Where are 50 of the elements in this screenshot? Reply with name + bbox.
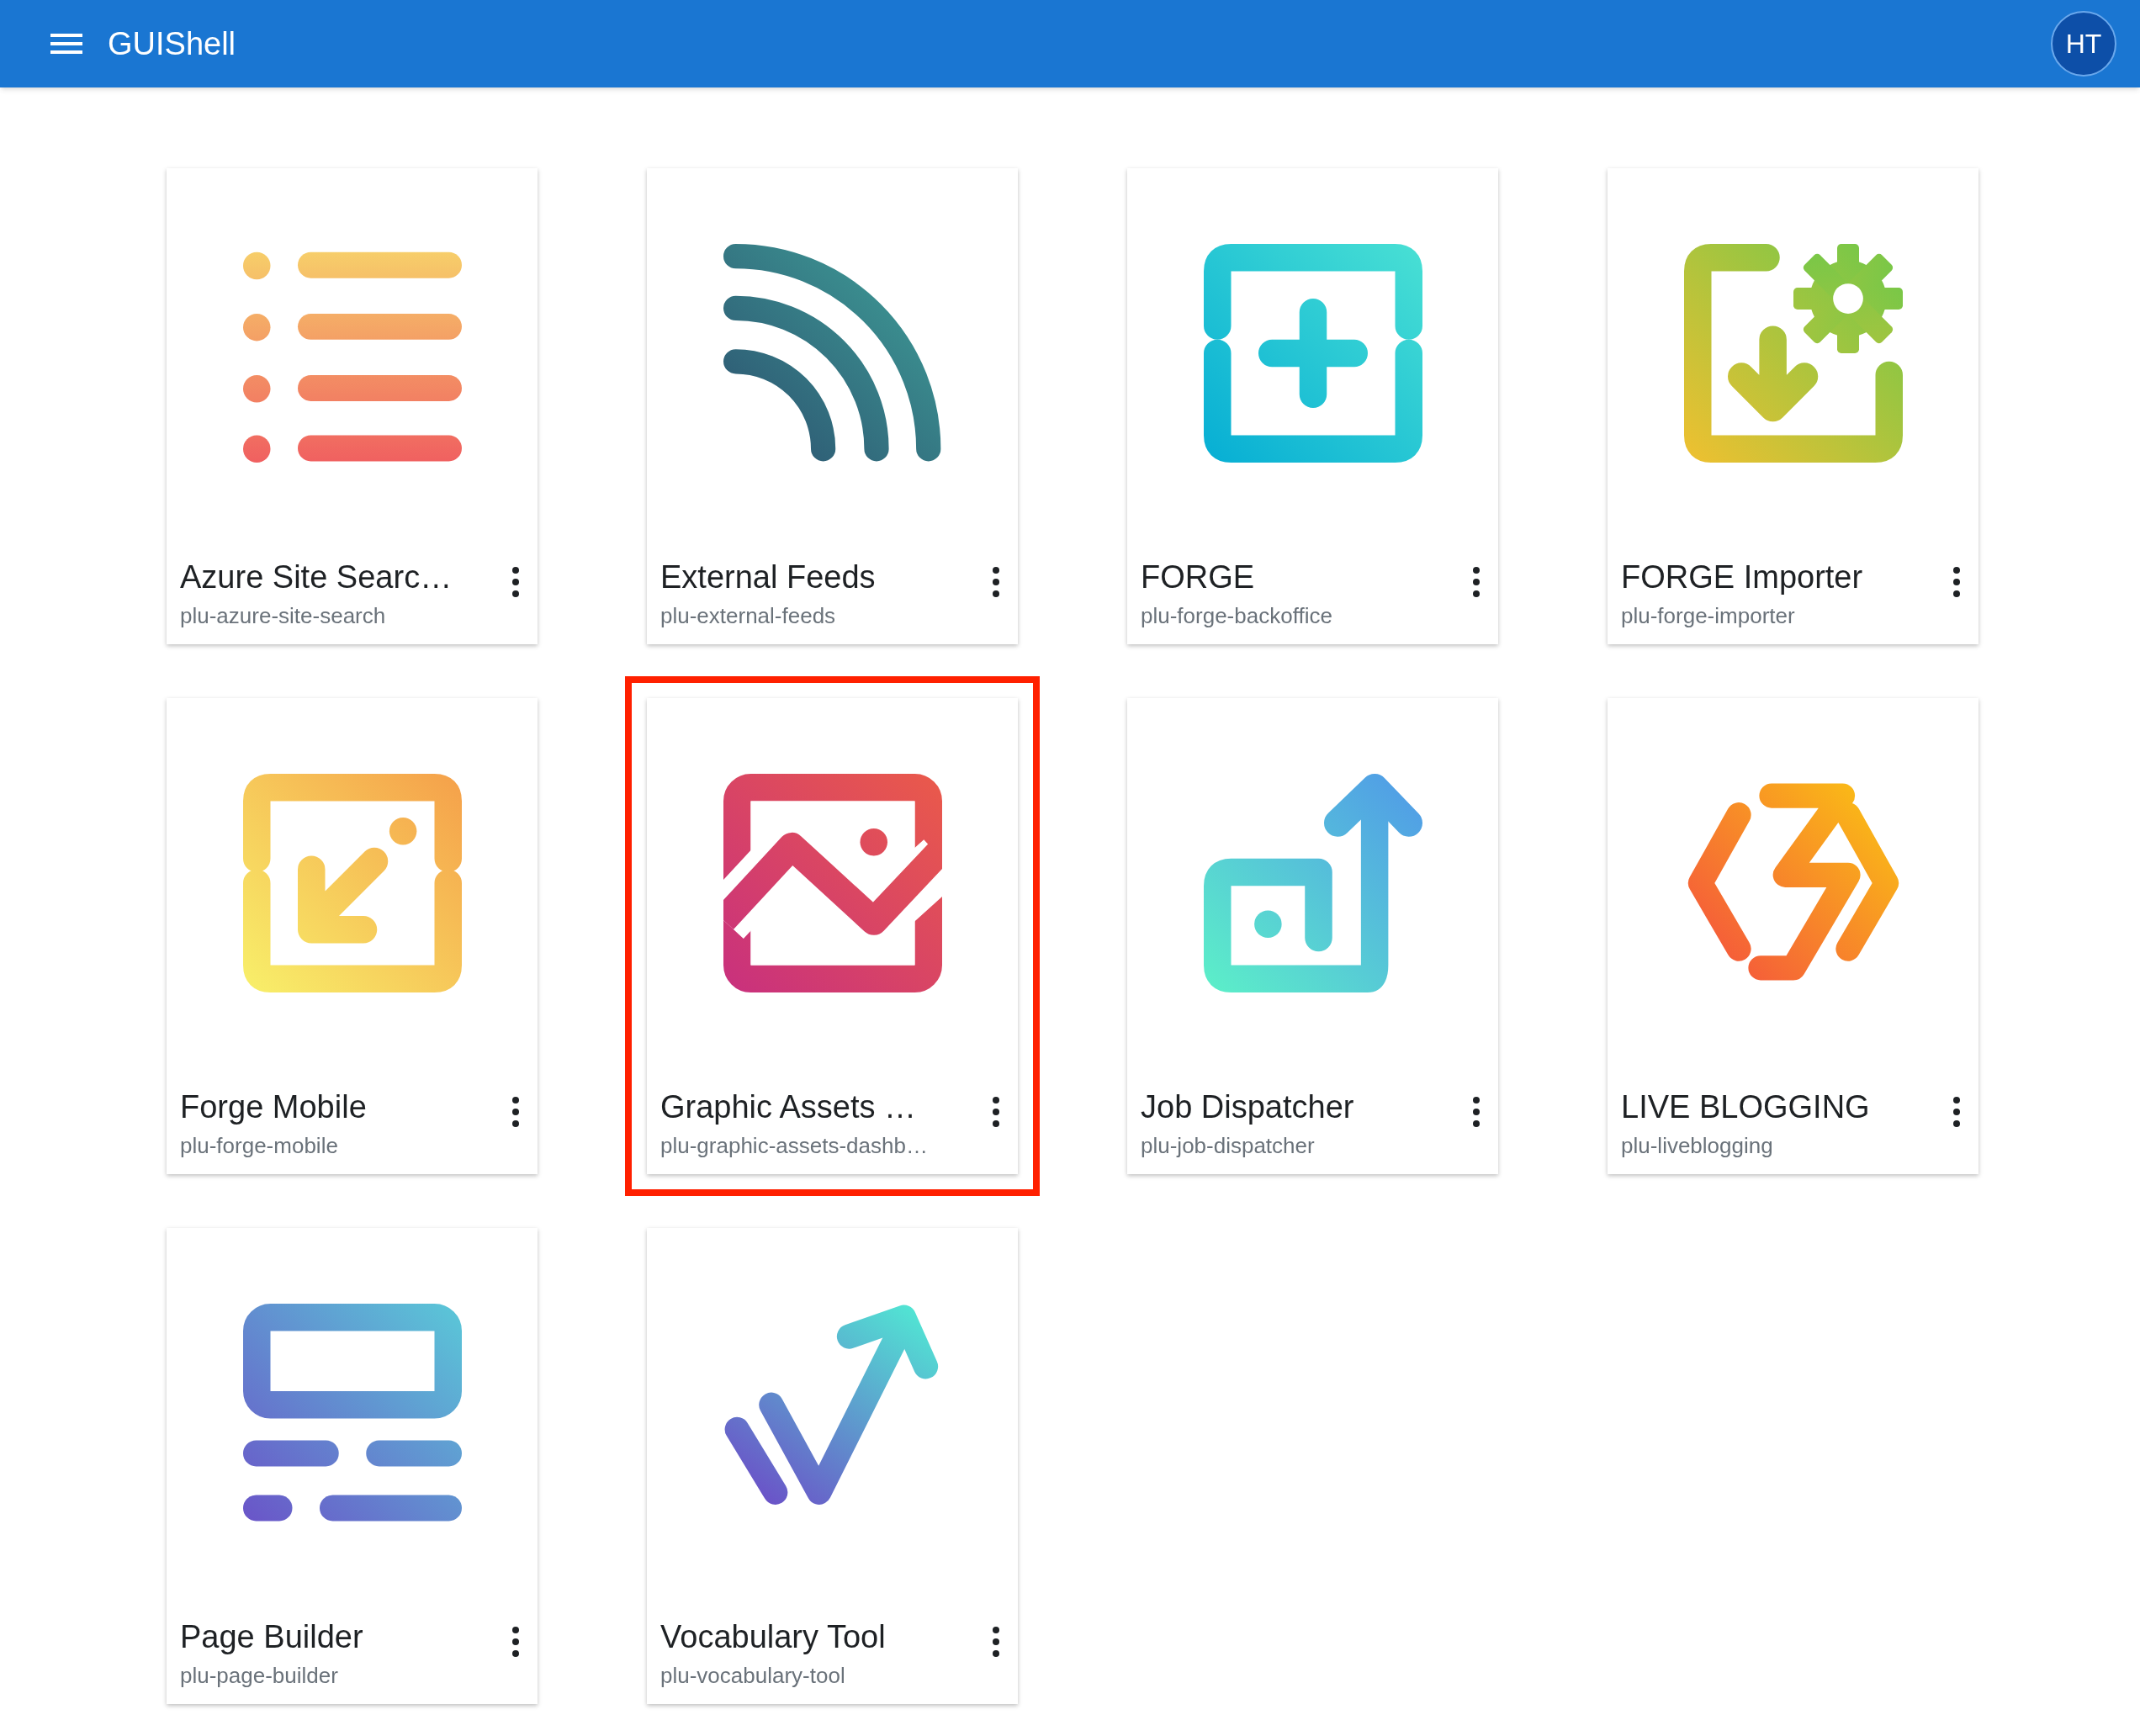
app-id: plu-job-dispatcher xyxy=(1141,1132,1316,1160)
app-card[interactable]: Graphic Assets … plu-graphic-assets-dashb… xyxy=(647,698,1018,1174)
arrow-up-icon xyxy=(1203,774,1422,992)
app-title: External Feeds xyxy=(660,558,877,596)
app-id: plu-liveblogging xyxy=(1621,1132,1774,1160)
app-card[interactable]: Vocabulary Tool plu-vocabulary-tool xyxy=(647,1228,1018,1704)
layout-icon xyxy=(242,1304,462,1522)
app-card[interactable]: Azure Site Searc… plu-azure-site-search xyxy=(167,168,538,644)
image-icon xyxy=(723,774,942,992)
more-options-icon[interactable] xyxy=(511,1097,521,1127)
app-id: plu-forge-backoffice xyxy=(1141,602,1333,630)
app-id: plu-vocabulary-tool xyxy=(660,1662,846,1690)
app-title: FORGE Importer xyxy=(1621,558,1864,596)
import-gear-icon xyxy=(1683,244,1903,463)
app-card[interactable]: External Feeds plu-external-feeds xyxy=(647,168,1018,644)
more-options-icon[interactable] xyxy=(991,1097,1001,1127)
app-id: plu-forge-importer xyxy=(1621,602,1796,630)
more-options-icon[interactable] xyxy=(991,567,1001,597)
app-title: Job Dispatcher xyxy=(1141,1088,1355,1126)
more-options-icon[interactable] xyxy=(511,1627,521,1657)
more-options-icon[interactable] xyxy=(991,1627,1001,1657)
app-id: plu-graphic-assets-dashb… xyxy=(660,1132,929,1160)
app-title: Azure Site Searc… xyxy=(180,558,453,596)
more-options-icon[interactable] xyxy=(1471,1097,1481,1127)
more-options-icon[interactable] xyxy=(1952,1097,1962,1127)
more-options-icon[interactable] xyxy=(511,567,521,597)
app-id: plu-page-builder xyxy=(180,1662,339,1690)
user-avatar[interactable]: HT xyxy=(2051,11,2116,77)
app-title: Forge Mobile xyxy=(180,1088,368,1126)
app-card[interactable]: Forge Mobile plu-forge-mobile xyxy=(167,698,538,1174)
app-card[interactable]: FORGE plu-forge-backoffice xyxy=(1127,168,1498,644)
arrow-frame-icon xyxy=(242,774,462,992)
more-options-icon[interactable] xyxy=(1952,567,1962,597)
more-options-icon[interactable] xyxy=(1471,567,1481,597)
app-title: Vocabulary Tool xyxy=(660,1618,887,1656)
app-title: Graphic Assets … xyxy=(660,1088,918,1126)
app-card[interactable]: LIVE BLOGGING plu-liveblogging xyxy=(1608,698,1978,1174)
app-id: plu-external-feeds xyxy=(660,602,837,630)
app-title: Page Builder xyxy=(180,1618,364,1656)
app-title: LIVE BLOGGING xyxy=(1621,1088,1871,1126)
app-card[interactable]: FORGE Importer plu-forge-importer xyxy=(1608,168,1978,644)
app-title: FORGE xyxy=(1141,558,1256,596)
plus-frame-icon xyxy=(1203,244,1422,463)
app-id: plu-azure-site-search xyxy=(180,602,387,630)
menu-icon[interactable] xyxy=(50,31,82,56)
app-card[interactable]: Job Dispatcher plu-job-dispatcher xyxy=(1127,698,1498,1174)
app-title: GUIShell xyxy=(108,24,236,63)
signal-arcs-icon xyxy=(723,244,942,463)
app-id: plu-forge-mobile xyxy=(180,1132,339,1160)
app-card[interactable]: Page Builder plu-page-builder xyxy=(167,1228,538,1704)
